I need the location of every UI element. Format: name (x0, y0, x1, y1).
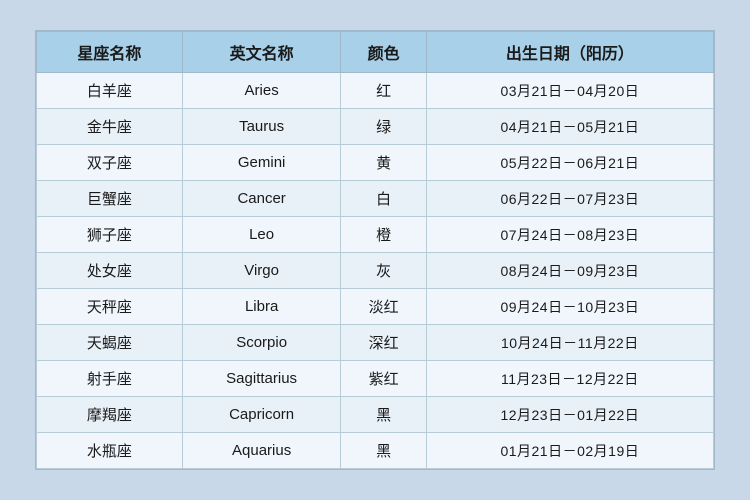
table-row: 水瓶座Aquarius黑01月21日－02月19日 (37, 433, 714, 469)
table-row: 射手座Sagittarius紫红11月23日－12月22日 (37, 361, 714, 397)
cell-chinese-name: 水瓶座 (37, 433, 183, 469)
table-row: 双子座Gemini黄05月22日－06月21日 (37, 145, 714, 181)
table-row: 金牛座Taurus绿04月21日－05月21日 (37, 109, 714, 145)
cell-chinese-name: 处女座 (37, 253, 183, 289)
cell-color: 灰 (341, 253, 426, 289)
table-row: 摩羯座Capricorn黑12月23日－01月22日 (37, 397, 714, 433)
cell-color: 黑 (341, 433, 426, 469)
cell-english-name: Sagittarius (182, 361, 341, 397)
cell-color: 白 (341, 181, 426, 217)
cell-english-name: Virgo (182, 253, 341, 289)
cell-english-name: Libra (182, 289, 341, 325)
cell-color: 淡红 (341, 289, 426, 325)
table-row: 天秤座Libra淡红09月24日－10月23日 (37, 289, 714, 325)
cell-chinese-name: 白羊座 (37, 73, 183, 109)
cell-color: 黑 (341, 397, 426, 433)
cell-date: 10月24日－11月22日 (426, 325, 713, 361)
cell-english-name: Aquarius (182, 433, 341, 469)
cell-english-name: Scorpio (182, 325, 341, 361)
header-english-name: 英文名称 (182, 32, 341, 73)
cell-date: 09月24日－10月23日 (426, 289, 713, 325)
header-color: 颜色 (341, 32, 426, 73)
cell-date: 05月22日－06月21日 (426, 145, 713, 181)
cell-english-name: Cancer (182, 181, 341, 217)
zodiac-table: 星座名称 英文名称 颜色 出生日期（阳历） 白羊座Aries红03月21日－04… (36, 31, 714, 469)
cell-date: 12月23日－01月22日 (426, 397, 713, 433)
cell-english-name: Gemini (182, 145, 341, 181)
cell-chinese-name: 射手座 (37, 361, 183, 397)
cell-date: 06月22日－07月23日 (426, 181, 713, 217)
zodiac-table-container: 星座名称 英文名称 颜色 出生日期（阳历） 白羊座Aries红03月21日－04… (35, 30, 715, 470)
cell-date: 03月21日－04月20日 (426, 73, 713, 109)
cell-date: 08月24日－09月23日 (426, 253, 713, 289)
cell-color: 红 (341, 73, 426, 109)
cell-english-name: Leo (182, 217, 341, 253)
table-header-row: 星座名称 英文名称 颜色 出生日期（阳历） (37, 32, 714, 73)
header-date: 出生日期（阳历） (426, 32, 713, 73)
cell-chinese-name: 摩羯座 (37, 397, 183, 433)
cell-english-name: Aries (182, 73, 341, 109)
cell-chinese-name: 天秤座 (37, 289, 183, 325)
header-chinese-name: 星座名称 (37, 32, 183, 73)
cell-chinese-name: 天蝎座 (37, 325, 183, 361)
cell-color: 黄 (341, 145, 426, 181)
table-row: 白羊座Aries红03月21日－04月20日 (37, 73, 714, 109)
table-row: 天蝎座Scorpio深红10月24日－11月22日 (37, 325, 714, 361)
cell-color: 紫红 (341, 361, 426, 397)
cell-chinese-name: 双子座 (37, 145, 183, 181)
cell-color: 橙 (341, 217, 426, 253)
cell-date: 07月24日－08月23日 (426, 217, 713, 253)
cell-chinese-name: 巨蟹座 (37, 181, 183, 217)
cell-date: 11月23日－12月22日 (426, 361, 713, 397)
table-row: 处女座Virgo灰08月24日－09月23日 (37, 253, 714, 289)
cell-chinese-name: 狮子座 (37, 217, 183, 253)
cell-date: 01月21日－02月19日 (426, 433, 713, 469)
table-row: 巨蟹座Cancer白06月22日－07月23日 (37, 181, 714, 217)
cell-color: 绿 (341, 109, 426, 145)
cell-color: 深红 (341, 325, 426, 361)
cell-date: 04月21日－05月21日 (426, 109, 713, 145)
cell-chinese-name: 金牛座 (37, 109, 183, 145)
cell-english-name: Capricorn (182, 397, 341, 433)
table-row: 狮子座Leo橙07月24日－08月23日 (37, 217, 714, 253)
cell-english-name: Taurus (182, 109, 341, 145)
